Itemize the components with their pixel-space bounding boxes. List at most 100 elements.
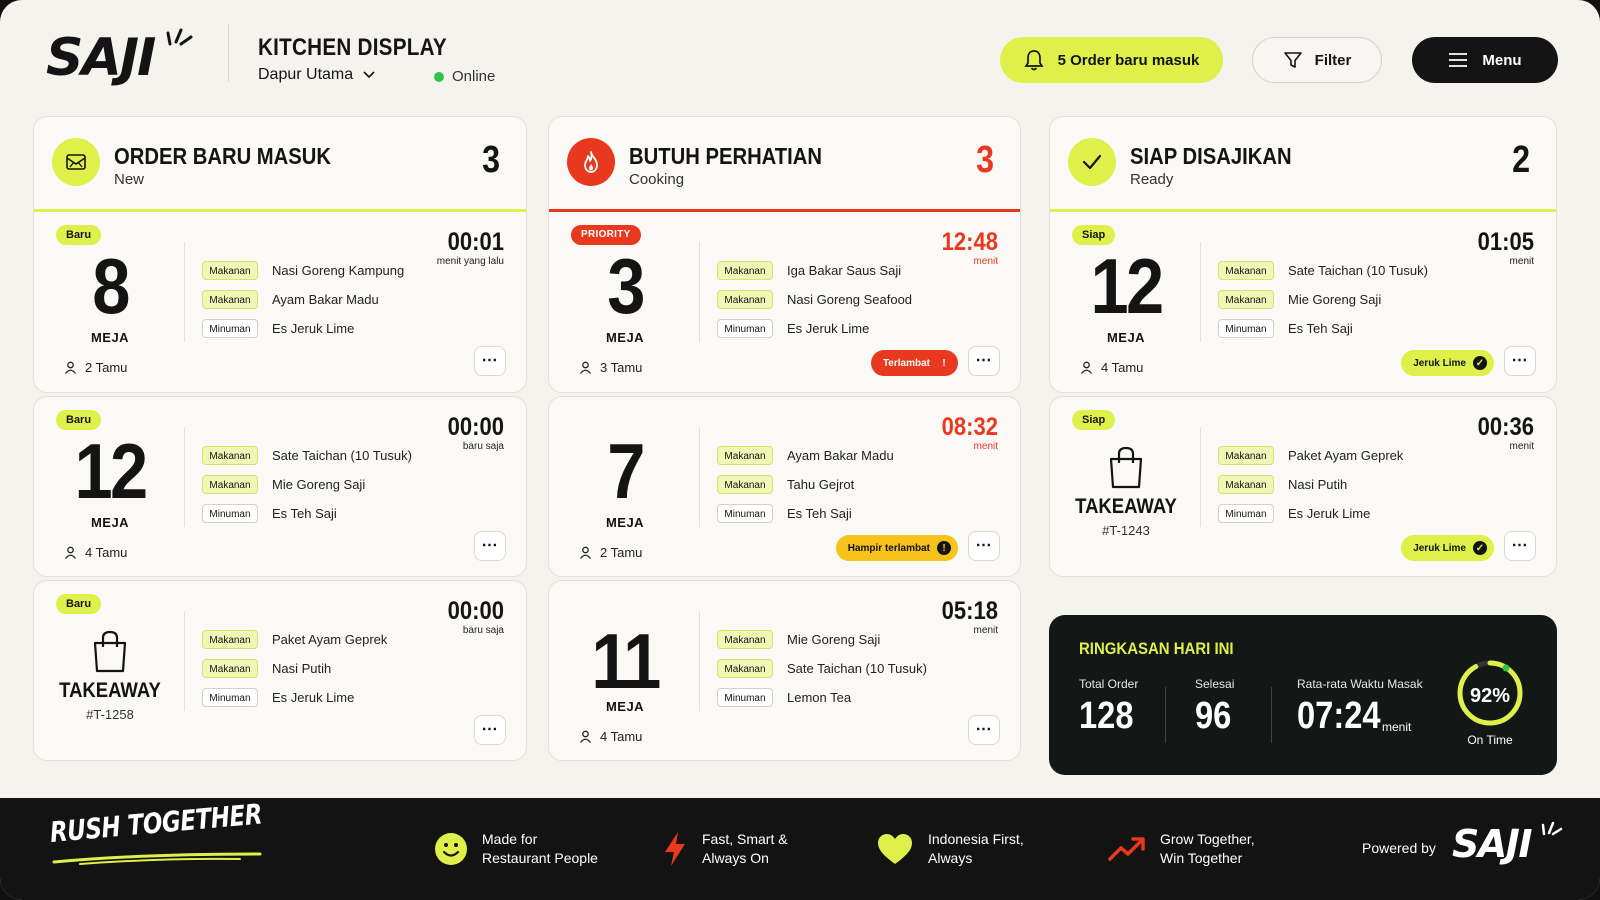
- check-icon: [1068, 138, 1116, 186]
- order-timer: 00:36: [1477, 413, 1534, 441]
- table-label: MEJA: [90, 330, 130, 345]
- table-number: 12: [74, 427, 148, 515]
- more-options-button[interactable]: ⋯: [474, 346, 506, 376]
- card-divider: [184, 611, 185, 711]
- list-item: Makanan Nasi Goreng Seafood: [717, 285, 912, 314]
- new-orders-button[interactable]: 5 Order baru masuk: [1000, 37, 1223, 83]
- order-id: #T-1243: [1102, 523, 1150, 538]
- item-tag: Makanan: [202, 261, 258, 280]
- order-card[interactable]: Baru 12 MEJA 4 Tamu Makanan Sate Taichan …: [33, 396, 527, 577]
- item-name: Es Teh Saji: [272, 506, 337, 521]
- item-tag: Makanan: [1218, 290, 1274, 309]
- order-card[interactable]: Baru TAKEAWAY #T-1258 Makanan Paket Ayam …: [33, 580, 527, 761]
- more-options-button[interactable]: ⋯: [968, 715, 1000, 745]
- card-divider: [699, 611, 700, 711]
- fire-icon: [567, 138, 615, 186]
- footer-logo: SAJI: [1452, 822, 1533, 866]
- guest-count: 4 Tamu: [579, 729, 642, 744]
- item-name: Es Jeruk Lime: [787, 321, 870, 336]
- order-timer: 01:05: [1477, 228, 1534, 256]
- more-options-button[interactable]: ⋯: [1504, 346, 1536, 376]
- item-name: Ayam Bakar Madu: [272, 292, 379, 307]
- list-item: Makanan Tahu Gejrot: [717, 470, 894, 499]
- hamburger-icon: [1449, 53, 1468, 67]
- order-timer: 00:01: [447, 228, 504, 256]
- feature-item: Grow Together, Win Together: [1108, 830, 1255, 868]
- tagline-underline: [52, 852, 262, 865]
- takeaway-label: TAKEAWAY: [1075, 495, 1177, 518]
- timer-caption: menit: [1509, 441, 1534, 452]
- online-dot-icon: [434, 71, 444, 82]
- item-name: Paket Ayam Geprek: [1288, 448, 1404, 463]
- list-item: Minuman Es Teh Saji: [1218, 314, 1428, 343]
- filter-icon: [1283, 52, 1302, 68]
- more-options-button[interactable]: ⋯: [1504, 531, 1536, 561]
- item-tag: Makanan: [717, 659, 773, 678]
- ring-indicator-dot: [1502, 664, 1510, 672]
- item-tag: Makanan: [202, 475, 258, 494]
- order-card[interactable]: Siap TAKEAWAY #T-1243 Makanan Paket Ayam …: [1049, 396, 1557, 577]
- order-card[interactable]: Baru 8 MEJA 2 Tamu Makanan Nasi Goreng Ka…: [33, 212, 527, 393]
- table-label: MEJA: [1106, 330, 1146, 345]
- menu-button[interactable]: Menu: [1412, 37, 1558, 83]
- item-tag: Minuman: [717, 504, 773, 523]
- item-tag: Makanan: [1218, 446, 1274, 465]
- item-tag: Makanan: [202, 290, 258, 309]
- check-circle-icon: ✓: [1473, 356, 1487, 370]
- item-list: Makanan Paket Ayam Geprek Makanan Nasi Put…: [202, 625, 387, 712]
- ready-chip[interactable]: Jeruk Lime ✓: [1401, 535, 1494, 561]
- order-card[interactable]: Siap 12 MEJA 4 Tamu Makanan Sate Taichan …: [1049, 212, 1557, 393]
- column-count: 3: [976, 139, 994, 181]
- item-tag: Minuman: [202, 504, 258, 523]
- order-card[interactable]: PRIORITY 3 MEJA 3 Tamu Makanan Iga Bakar …: [548, 212, 1021, 393]
- item-name: Lemon Tea: [787, 690, 852, 705]
- list-item: Minuman Es Teh Saji: [202, 499, 412, 528]
- timer-caption: menit: [1509, 256, 1534, 267]
- more-options-button[interactable]: ⋯: [968, 531, 1000, 561]
- on-time-label: On Time: [1467, 733, 1513, 747]
- on-time-percent: 92%: [1469, 685, 1511, 707]
- more-options-button[interactable]: ⋯: [474, 531, 506, 561]
- item-name: Mie Goreng Saji: [1288, 292, 1382, 307]
- column-subtitle: Ready: [1130, 171, 1174, 188]
- filter-button[interactable]: Filter: [1252, 37, 1382, 83]
- total-orders-label: Total Order: [1079, 677, 1139, 691]
- item-list: Makanan Sate Taichan (10 Tusuk) Makanan Mi…: [202, 441, 412, 528]
- column-header-new: ORDER BARU MASUK New 3: [33, 116, 527, 212]
- table-label: MEJA: [605, 515, 645, 530]
- completed-label: Selesai: [1195, 677, 1235, 691]
- ready-chip[interactable]: Jeruk Lime ✓: [1401, 350, 1494, 376]
- status-badge: Baru: [56, 594, 102, 614]
- more-options-button[interactable]: ⋯: [968, 346, 1000, 376]
- exclamation-icon: !: [942, 357, 946, 369]
- chip-label: Jeruk Lime: [1413, 357, 1466, 369]
- list-item: Makanan Iga Bakar Saus Saji: [717, 256, 912, 285]
- list-item: Makanan Paket Ayam Geprek: [202, 625, 387, 654]
- list-item: Makanan Sate Taichan (10 Tusuk): [1218, 256, 1428, 285]
- list-item: Makanan Nasi Putih: [1218, 470, 1403, 499]
- timer-caption: menit: [973, 441, 998, 452]
- list-item: Makanan Sate Taichan (10 Tusuk): [717, 654, 927, 683]
- feature-line-2: Win Together: [1160, 850, 1243, 866]
- item-list: Makanan Mie Goreng Saji Makanan Sate Taich…: [717, 625, 927, 712]
- guest-count-label: 4 Tamu: [600, 729, 643, 744]
- card-divider: [1200, 427, 1201, 527]
- item-tag: Makanan: [1218, 475, 1274, 494]
- order-card[interactable]: 11 MEJA 4 Tamu Makanan Mie Goreng Saji Ma…: [548, 580, 1021, 761]
- feature-line-1: Fast, Smart &: [702, 831, 788, 847]
- item-name: Sate Taichan (10 Tusuk): [272, 448, 412, 463]
- location-selector[interactable]: Dapur Utama: [258, 66, 375, 84]
- item-name: Nasi Putih: [1288, 477, 1348, 492]
- order-card[interactable]: 7 MEJA 2 Tamu Makanan Ayam Bakar Madu Mak…: [548, 396, 1021, 577]
- completed-value: 96: [1195, 695, 1232, 737]
- item-name: Nasi Putih: [272, 661, 332, 676]
- exclamation-icon: !: [937, 541, 951, 555]
- guest-count-label: 4 Tamu: [1101, 360, 1144, 375]
- list-item: Makanan Mie Goreng Saji: [717, 625, 927, 654]
- item-name: Es Jeruk Lime: [272, 321, 355, 336]
- item-name: Mie Goreng Saji: [787, 632, 881, 647]
- inbox-icon: [52, 138, 100, 186]
- card-divider: [1200, 242, 1201, 342]
- trend-up-icon: [1108, 837, 1145, 861]
- more-options-button[interactable]: ⋯: [474, 715, 506, 745]
